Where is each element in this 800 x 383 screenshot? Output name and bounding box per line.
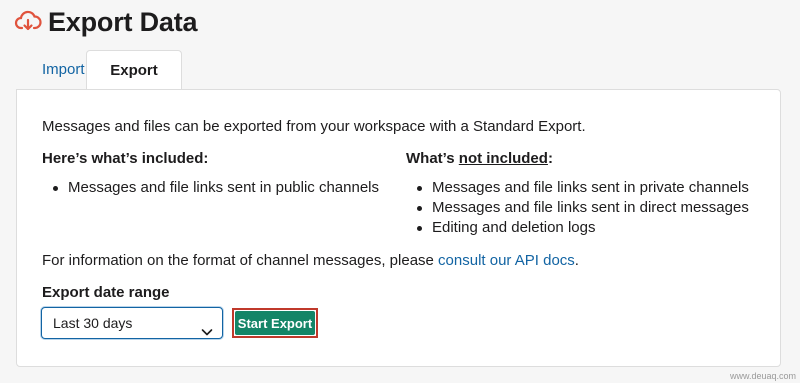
export-date-range-select[interactable]: Last 30 days: [41, 307, 223, 339]
watermark: www.deuaq.com: [729, 371, 796, 381]
not-included-list: Messages and file links sent in private …: [406, 178, 749, 238]
start-export-highlight: Start Export: [232, 308, 318, 338]
info-suffix: .: [574, 252, 579, 269]
cloud-download-icon: [14, 8, 42, 36]
tab-export[interactable]: Export: [86, 50, 182, 91]
info-prefix: For information on the format of channel…: [42, 252, 439, 269]
page-title: Export Data: [48, 6, 198, 37]
export-panel: Messages and files can be exported from …: [16, 89, 781, 367]
chevron-down-icon: [201, 318, 213, 336]
intro-text: Messages and files can be exported from …: [42, 118, 586, 135]
not-included-underlined: not included: [458, 150, 548, 167]
list-item: Editing and deletion logs: [406, 218, 749, 238]
list-item: Messages and file links sent in private …: [406, 178, 749, 198]
not-included-suffix: :: [547, 150, 553, 167]
page-header: Export Data: [14, 6, 198, 38]
not-included-heading: What’s not included:: [406, 150, 553, 167]
included-heading: Here’s what’s included:: [42, 150, 209, 167]
tab-bar: Import Export: [16, 50, 182, 91]
select-value: Last 30 days: [53, 315, 133, 331]
list-item: Messages and file links sent in direct m…: [406, 198, 749, 218]
list-item: Messages and file links sent in public c…: [42, 178, 379, 198]
start-export-button[interactable]: Start Export: [235, 311, 315, 335]
included-list: Messages and file links sent in public c…: [42, 178, 379, 198]
api-docs-link[interactable]: consult our API docs: [438, 252, 575, 269]
not-included-prefix: What’s: [406, 150, 459, 167]
info-text: For information on the format of channel…: [42, 252, 579, 269]
export-date-range-label: Export date range: [42, 284, 170, 301]
